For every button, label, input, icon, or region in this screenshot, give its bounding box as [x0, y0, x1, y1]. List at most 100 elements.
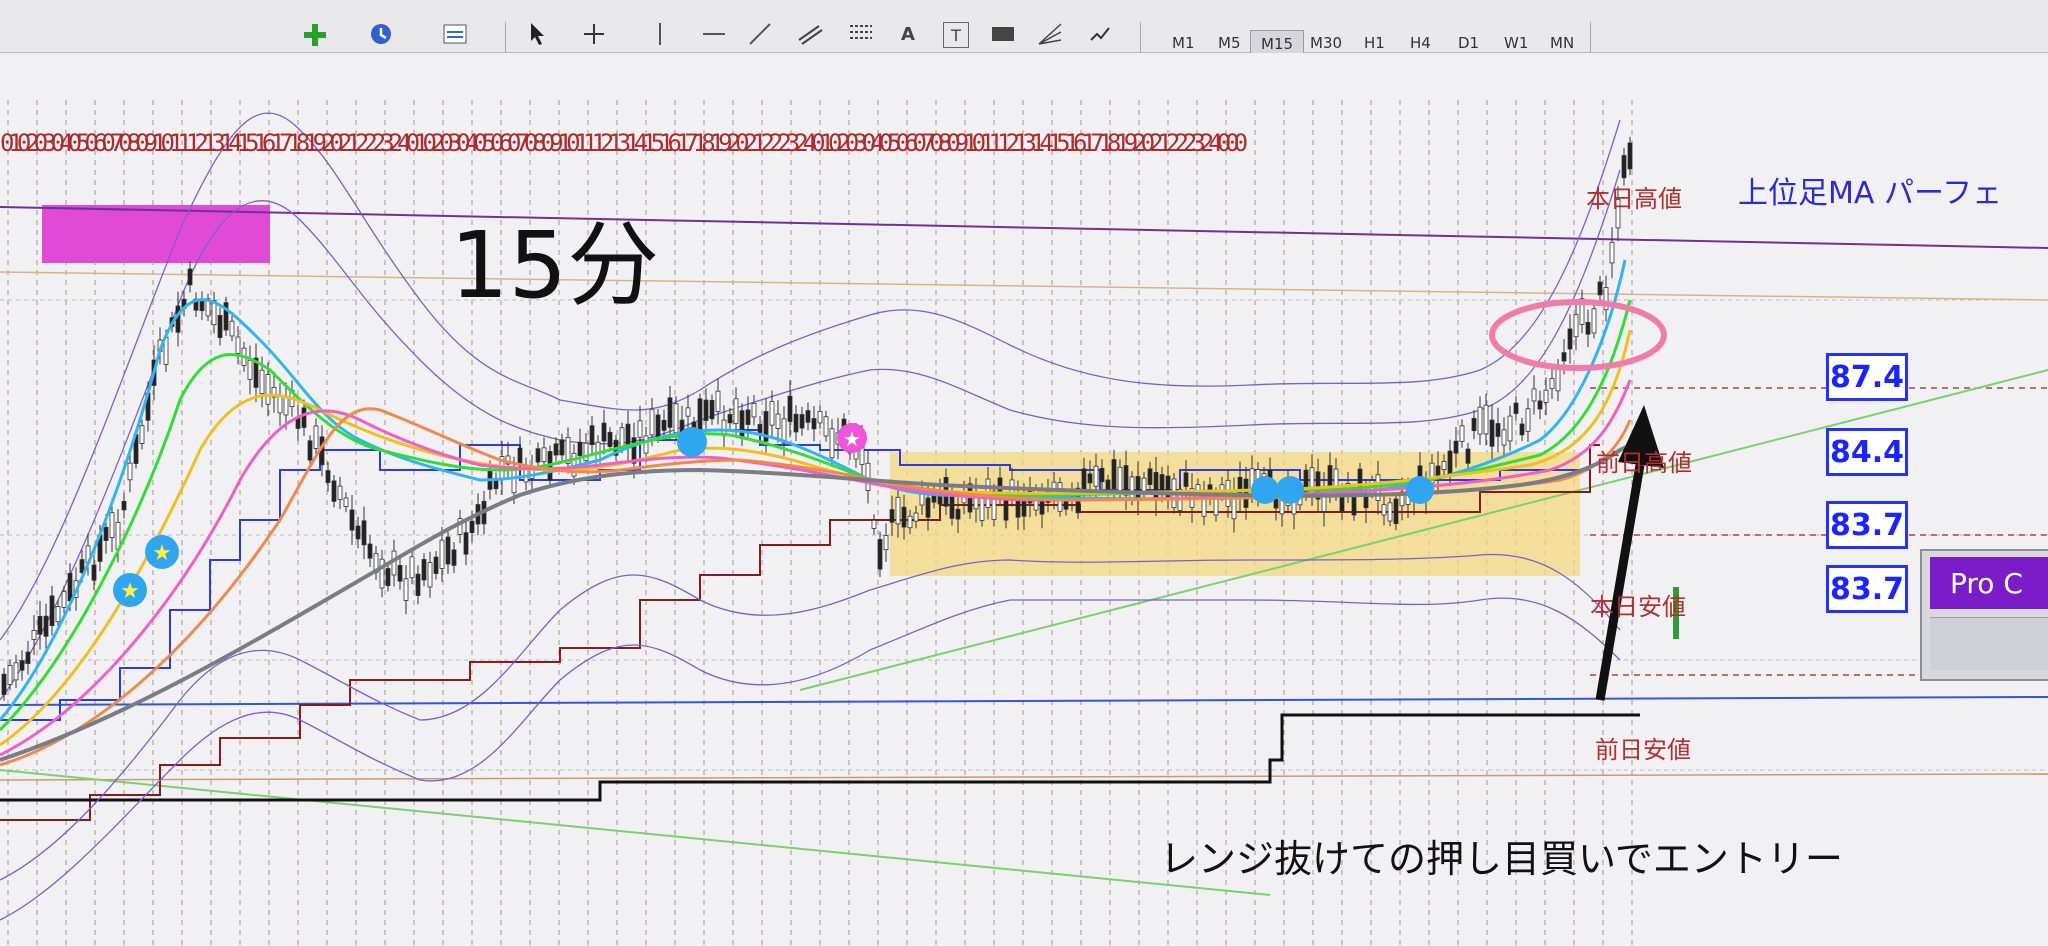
candle-body: [619, 427, 625, 449]
candle-body: [1459, 425, 1465, 442]
candle-body: [1441, 460, 1447, 470]
candle-body: [1549, 377, 1555, 390]
candle-body: [175, 305, 181, 333]
candle-body: [1585, 322, 1591, 335]
fib-fan-icon[interactable]: [1035, 22, 1065, 46]
candle-body: [811, 418, 817, 430]
candle-body: [19, 660, 25, 671]
candle-body: [103, 526, 109, 541]
cursor-icon[interactable]: [525, 22, 551, 46]
candle-body: [1111, 459, 1117, 490]
candle-body: [469, 520, 475, 534]
candle-body: [445, 536, 451, 565]
candle-body: [901, 506, 907, 528]
candle-body: [733, 398, 739, 424]
candle-body: [265, 374, 271, 405]
pro-panel-lower-button[interactable]: [1930, 617, 2048, 670]
prev-low-label: 前日安値: [1595, 736, 1691, 764]
candle-body: [199, 300, 205, 312]
candle-body: [31, 630, 37, 640]
candle-body: [7, 664, 13, 685]
candle-body: [1393, 498, 1399, 524]
candle-body: [553, 443, 559, 456]
candle-body: [331, 480, 337, 502]
channel-icon[interactable]: [795, 22, 825, 46]
candle-body: [343, 497, 349, 507]
candle-body: [1531, 388, 1537, 402]
candle-body: [427, 562, 433, 588]
candle-body: [697, 398, 703, 430]
pro-button[interactable]: Pro C: [1930, 557, 2048, 609]
candle-body: [1105, 479, 1111, 492]
price-box: 84.4: [1826, 428, 1908, 476]
vertical-line-icon[interactable]: [650, 22, 670, 46]
candle-body: [577, 441, 583, 457]
candle-body: [913, 512, 919, 522]
fibonacci-icon[interactable]: [846, 22, 876, 46]
candle-body: [979, 496, 985, 521]
candle-body: [667, 397, 673, 428]
candle-body: [805, 410, 811, 423]
candle-body: [739, 410, 745, 439]
candle-body: [79, 559, 85, 573]
candle-body: [421, 559, 427, 581]
candle-body: [871, 519, 877, 529]
candle-body: [235, 336, 241, 354]
price-box: 83.7: [1826, 565, 1908, 613]
candle-body: [49, 595, 55, 627]
candle-body: [775, 413, 781, 429]
candle-body: [541, 447, 547, 462]
candle-body: [25, 651, 31, 664]
candle-body: [109, 512, 115, 538]
candle-body: [121, 500, 127, 511]
candle-body: [127, 462, 133, 481]
horizontal-line-icon[interactable]: [700, 22, 728, 46]
clock-icon[interactable]: [366, 22, 396, 46]
candle-body: [349, 509, 355, 531]
candle-body: [589, 425, 595, 446]
candle-body: [367, 543, 373, 559]
candle-body: [139, 425, 145, 444]
candle-body: [1477, 406, 1483, 435]
template-icon[interactable]: [440, 22, 470, 46]
candle-body: [1, 673, 7, 695]
star-icon: ★: [120, 579, 140, 604]
price-box: 87.4: [1826, 353, 1908, 401]
candle-body: [703, 399, 709, 421]
crosshair-icon[interactable]: [580, 22, 608, 46]
candle-body: [325, 470, 331, 483]
text-label-icon[interactable]: T: [943, 22, 969, 48]
prev-high-label: 前日高値: [1596, 449, 1692, 477]
candle-body: [409, 556, 415, 579]
candle-body: [43, 615, 49, 637]
candle-body: [709, 399, 715, 420]
star-icon: ★: [843, 427, 861, 451]
buy-signal-marker: [1406, 476, 1434, 504]
candle-body: [217, 315, 223, 338]
candle-body: [1621, 155, 1627, 179]
candle-body: [607, 431, 613, 447]
text-icon[interactable]: A: [896, 22, 920, 46]
candle-body: [1591, 308, 1597, 334]
price-chart[interactable]: ★ ★ ★ 0102030405060708091011121314151617…: [0, 53, 2048, 946]
candle-body: [1117, 466, 1123, 492]
rectangle-icon[interactable]: [990, 22, 1016, 46]
candle-body: [895, 496, 901, 525]
candle-body: [685, 407, 691, 417]
arrow-tool-icon[interactable]: [1085, 22, 1115, 46]
candle-body: [751, 402, 757, 418]
trendline-icon[interactable]: [746, 22, 774, 46]
candle-body: [1003, 499, 1009, 521]
candle-body: [829, 428, 835, 459]
pro-panel: Pro C: [1920, 549, 2048, 681]
candle-body: [1561, 352, 1567, 362]
green-plus-icon[interactable]: [300, 22, 330, 46]
candle-body: [511, 467, 517, 494]
candle-body: [1141, 477, 1147, 492]
time-axis-labels: 0102030405060708091011121314151617181920…: [0, 129, 1248, 153]
candle-body: [301, 407, 307, 428]
resistance-zone: [42, 205, 270, 263]
candle-body: [187, 268, 193, 286]
orange-support-line: [0, 773, 2048, 781]
candle-body: [379, 558, 385, 589]
